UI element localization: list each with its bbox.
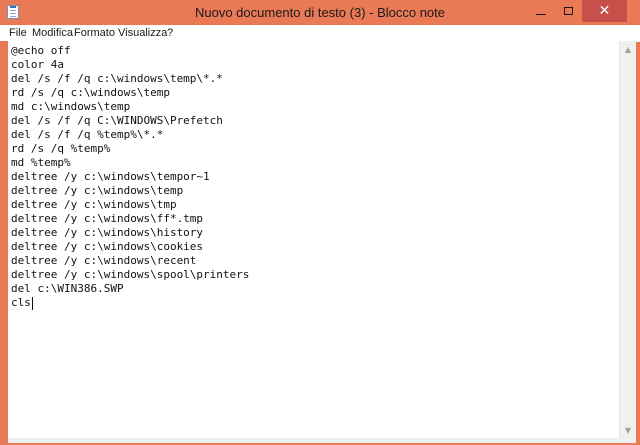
text-line: deltree /y c:\windows\ff*.tmp bbox=[11, 212, 204, 225]
menu-visualizza[interactable]: Visualizza bbox=[117, 26, 168, 40]
minimize-icon bbox=[536, 13, 546, 15]
horizontal-scrollbar[interactable] bbox=[8, 438, 636, 443]
text-line: color 4a bbox=[11, 58, 64, 71]
close-icon: ✕ bbox=[598, 3, 611, 19]
text-line: rd /s /q c:\windows\temp bbox=[11, 86, 170, 99]
text-line: del c:\WIN386.SWP bbox=[11, 282, 124, 295]
text-line: @echo off bbox=[11, 44, 71, 57]
text-line: del /s /f /q %temp%\*.* bbox=[11, 128, 164, 141]
menu-help[interactable]: ? bbox=[166, 26, 174, 40]
scroll-up-icon[interactable]: ▲ bbox=[620, 41, 636, 57]
text-line: cls bbox=[11, 296, 31, 309]
menu-file[interactable]: File bbox=[8, 26, 28, 40]
text-line: del /s /f /q C:\WINDOWS\Prefetch bbox=[11, 114, 223, 127]
text-line: deltree /y c:\windows\temp bbox=[11, 184, 184, 197]
text-line: md %temp% bbox=[11, 156, 71, 169]
text-line: deltree /y c:\windows\tempor~1 bbox=[11, 170, 210, 183]
text-line: deltree /y c:\windows\tmp bbox=[11, 198, 177, 211]
text-line: rd /s /q %temp% bbox=[11, 142, 111, 155]
maximize-icon bbox=[563, 7, 573, 15]
text-line: md c:\windows\temp bbox=[11, 100, 131, 113]
minimize-button[interactable] bbox=[528, 0, 554, 22]
text-line: deltree /y c:\windows\recent bbox=[11, 254, 197, 267]
menu-formato[interactable]: Formato bbox=[73, 26, 116, 40]
window-frame-left bbox=[0, 41, 8, 445]
close-button[interactable]: ✕ bbox=[582, 0, 627, 22]
text-caret bbox=[32, 297, 33, 310]
menu-modifica[interactable]: Modifica bbox=[31, 26, 74, 40]
text-editor[interactable]: @echo off color 4a del /s /f /q c:\windo… bbox=[8, 41, 619, 438]
scroll-down-icon[interactable]: ▼ bbox=[620, 422, 636, 438]
vertical-scrollbar[interactable]: ▲ ▼ bbox=[619, 41, 636, 438]
title-bar[interactable]: Nuovo documento di testo (3) - Blocco no… bbox=[0, 0, 640, 25]
text-line: deltree /y c:\windows\spool\printers bbox=[11, 268, 250, 281]
text-line: del /s /f /q c:\windows\temp\*.* bbox=[11, 72, 223, 85]
maximize-button[interactable] bbox=[555, 0, 581, 22]
text-line: deltree /y c:\windows\history bbox=[11, 226, 204, 239]
notepad-window: Nuovo documento di testo (3) - Blocco no… bbox=[0, 0, 640, 445]
menu-bar: File Modifica Formato Visualizza ? bbox=[0, 25, 640, 42]
text-line: deltree /y c:\windows\cookies bbox=[11, 240, 204, 253]
